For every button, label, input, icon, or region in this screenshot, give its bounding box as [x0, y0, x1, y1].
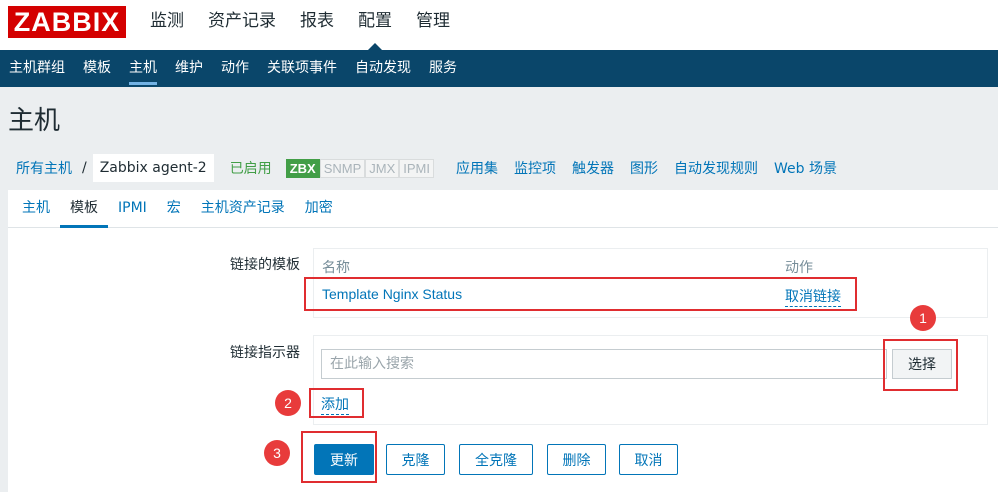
template-search-input[interactable]	[321, 349, 887, 379]
column-action-header: 动作	[785, 260, 813, 276]
nav-administration[interactable]: 管理	[404, 0, 462, 50]
link-triggers[interactable]: 触发器	[564, 158, 622, 178]
nav-configuration[interactable]: 配置	[346, 0, 404, 50]
host-status[interactable]: 已启用	[230, 158, 272, 178]
link-graphs[interactable]: 图形	[622, 158, 666, 178]
badge-zbx: ZBX	[285, 158, 320, 178]
tab-encryption[interactable]: 加密	[295, 190, 343, 227]
nav-monitoring[interactable]: 监测	[138, 0, 196, 50]
subnav-host-groups[interactable]: 主机群组	[0, 50, 74, 87]
badge-jmx: JMX	[365, 158, 400, 178]
highlight-select-button	[883, 339, 958, 391]
breadcrumb-all-hosts[interactable]: 所有主机	[8, 158, 80, 178]
sub-nav-bar: 主机群组 模板 主机 维护 动作 关联项事件 自动发现 服务	[0, 50, 998, 87]
step-badge-1: 1	[910, 305, 936, 331]
subnav-actions[interactable]: 动作	[212, 50, 258, 87]
subnav-hosts[interactable]: 主机	[120, 50, 166, 87]
link-applications[interactable]: 应用集	[448, 158, 506, 178]
cancel-button[interactable]: 取消	[619, 444, 678, 475]
breadcrumb-current-host: Zabbix agent-2	[92, 154, 214, 182]
top-bar: ZABBIX 监测 资产记录 报表 配置 管理	[0, 0, 998, 50]
host-form-card: 主机 模板 IPMI 宏 主机资产记录 加密 链接的模板 名称 动作 Templ…	[8, 190, 998, 492]
page-title: 主机	[8, 106, 61, 136]
clone-button[interactable]: 克隆	[386, 444, 445, 475]
tab-ipmi[interactable]: IPMI	[108, 190, 157, 227]
tab-templates[interactable]: 模板	[60, 190, 108, 228]
highlight-linked-template	[304, 277, 857, 311]
breadcrumb: 所有主机 / Zabbix agent-2 已启用 ZBX SNMP JMX I…	[8, 150, 998, 186]
subnav-discovery[interactable]: 自动发现	[346, 50, 420, 87]
link-discovery-rules[interactable]: 自动发现规则	[666, 158, 766, 178]
breadcrumb-separator: /	[82, 160, 87, 176]
tab-host[interactable]: 主机	[12, 190, 60, 227]
nav-inventory[interactable]: 资产记录	[196, 0, 288, 50]
delete-button[interactable]: 删除	[547, 444, 606, 475]
full-clone-button[interactable]: 全克隆	[459, 444, 533, 475]
link-web-scenarios[interactable]: Web 场景	[766, 158, 845, 178]
tab-macros[interactable]: 宏	[157, 190, 191, 227]
column-name-header: 名称	[322, 260, 350, 276]
link-new-templates-label: 链接指示器	[230, 345, 300, 361]
tab-inventory[interactable]: 主机资产记录	[191, 190, 295, 227]
highlight-add-link	[309, 388, 364, 418]
subnav-services[interactable]: 服务	[420, 50, 466, 87]
linked-templates-label: 链接的模板	[230, 257, 300, 273]
subnav-maintenance[interactable]: 维护	[166, 50, 212, 87]
subnav-templates[interactable]: 模板	[74, 50, 120, 87]
step-badge-3: 3	[264, 440, 290, 466]
nav-reports[interactable]: 报表	[288, 0, 346, 50]
link-items[interactable]: 监控项	[506, 158, 564, 178]
form-tabs: 主机 模板 IPMI 宏 主机资产记录 加密	[8, 190, 998, 228]
step-badge-2: 2	[275, 390, 301, 416]
badge-ipmi: IPMI	[399, 158, 434, 178]
badge-snmp: SNMP	[319, 158, 366, 178]
zabbix-logo[interactable]: ZABBIX	[8, 6, 126, 38]
main-nav: 监测 资产记录 报表 配置 管理	[138, 0, 462, 50]
highlight-update-button	[301, 431, 377, 483]
availability-badges: ZBX SNMP JMX IPMI	[285, 158, 434, 178]
subnav-event-correlation[interactable]: 关联项事件	[258, 50, 346, 87]
